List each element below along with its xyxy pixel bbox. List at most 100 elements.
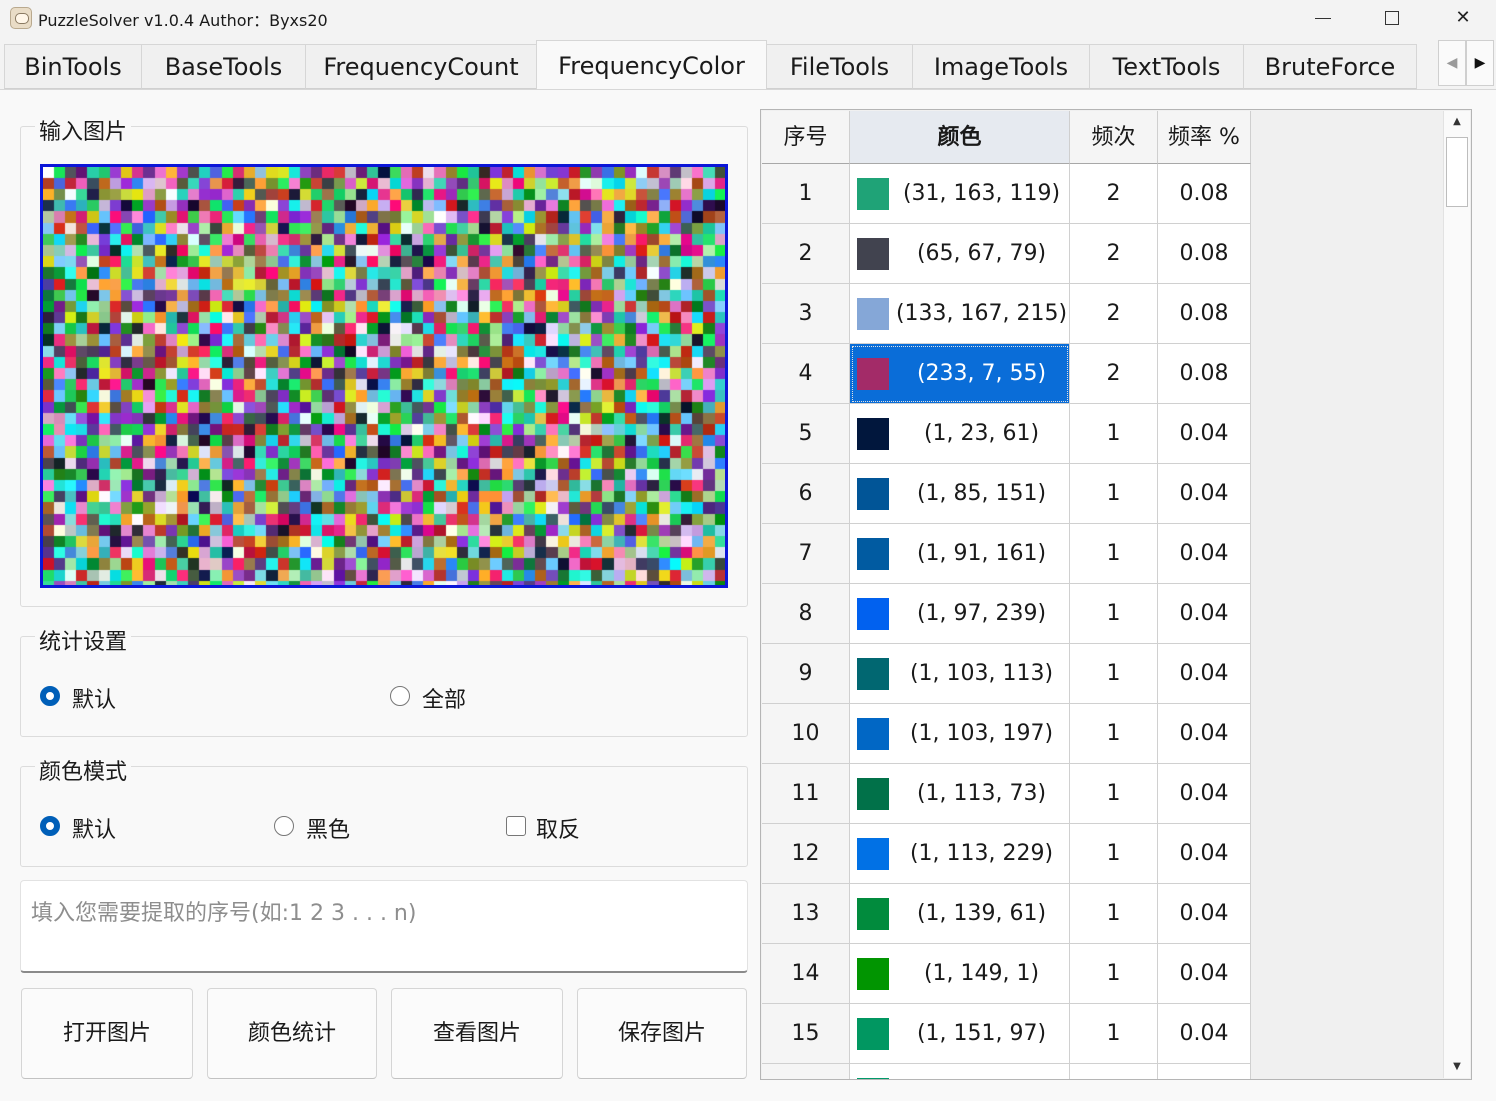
row-count: 1 [1070, 884, 1158, 944]
tab-filetools[interactable]: FileTools [766, 44, 913, 89]
table-row[interactable]: 8 (1, 97, 239) 1 0.04 [762, 584, 1251, 644]
table-row[interactable]: 11 (1, 113, 73) 1 0.04 [762, 764, 1251, 824]
color-swatch [857, 1018, 889, 1050]
header-rate[interactable]: 频率 % [1158, 111, 1251, 164]
table-row[interactable]: 13 (1, 139, 61) 1 0.04 [762, 884, 1251, 944]
color-mode-title: 颜色模式 [35, 754, 132, 786]
color-black-radio[interactable] [274, 816, 294, 836]
row-count: 1 [1070, 584, 1158, 644]
row-index: 15 [762, 1004, 850, 1064]
row-rate: 0.08 [1158, 284, 1251, 344]
color-swatch [857, 358, 889, 390]
minimize-button[interactable] [1300, 0, 1346, 36]
header-index[interactable]: 序号 [762, 111, 850, 164]
table-row[interactable]: 15 (1, 151, 97) 1 0.04 [762, 1004, 1251, 1064]
maximize-button[interactable] [1369, 0, 1415, 36]
tab-bruteforce[interactable]: BruteForce [1243, 44, 1417, 89]
row-color-cell[interactable]: (1, 113, 73) [850, 764, 1070, 824]
app-icon [10, 7, 32, 29]
row-color-cell[interactable]: (1, 149, 1) [850, 944, 1070, 1004]
scroll-up-icon[interactable]: ▲ [1444, 111, 1470, 133]
title-bar: PuzzleSolver v1.0.4 Author：Byxs20 ✕ [0, 0, 1496, 36]
tab-scroll-left-button[interactable]: ◀ [1438, 40, 1466, 86]
color-swatch [857, 598, 889, 630]
table-row[interactable]: 2 (65, 67, 79) 2 0.08 [762, 224, 1251, 284]
row-color-cell[interactable]: (1, 139, 61) [850, 884, 1070, 944]
row-index: 4 [762, 344, 850, 404]
row-color-cell[interactable]: (1, 97, 239) [850, 584, 1070, 644]
row-rgb: (1, 149, 1) [923, 961, 1040, 986]
row-rgb: (1, 103, 197) [909, 721, 1054, 746]
close-button[interactable]: ✕ [1440, 0, 1486, 36]
table-row[interactable]: 1 (31, 163, 119) 2 0.08 [762, 164, 1251, 224]
table-row[interactable]: 6 (1, 85, 151) 1 0.04 [762, 464, 1251, 524]
table-row[interactable]: 4 (233, 7, 55) 2 0.08 [762, 344, 1251, 404]
scroll-down-icon[interactable]: ▼ [1444, 1056, 1470, 1078]
row-color-cell[interactable]: (1, 103, 197) [850, 704, 1070, 764]
tab-basetools[interactable]: BaseTools [141, 44, 306, 89]
row-color-cell[interactable]: (133, 167, 215) [850, 284, 1070, 344]
view-image-button[interactable]: 查看图片 [391, 988, 563, 1079]
tab-scroll-right-button[interactable]: ▶ [1466, 40, 1494, 86]
tab-frequencycount[interactable]: FrequencyCount [305, 44, 537, 89]
row-index: 8 [762, 584, 850, 644]
row-color-cell[interactable]: (1, 103, 113) [850, 644, 1070, 704]
open-image-button[interactable]: 打开图片 [21, 988, 193, 1079]
row-rgb: (1, 85, 151) [916, 481, 1047, 506]
color-swatch [857, 478, 889, 510]
row-rgb: (1, 91, 161) [916, 541, 1047, 566]
row-index: 6 [762, 464, 850, 524]
row-rgb: (1, 97, 239) [916, 601, 1047, 626]
row-rgb: (233, 7, 55) [916, 361, 1047, 386]
row-index: 7 [762, 524, 850, 584]
table-row[interactable]: 9 (1, 103, 113) 1 0.04 [762, 644, 1251, 704]
row-count: 1 [1070, 704, 1158, 764]
table-row[interactable]: 5 (1, 23, 61) 1 0.04 [762, 404, 1251, 464]
row-index: 13 [762, 884, 850, 944]
close-icon: ✕ [1455, 7, 1471, 28]
row-color-cell[interactable]: (1, 23, 61) [850, 404, 1070, 464]
table-row[interactable]: 14 (1, 149, 1) 1 0.04 [762, 944, 1251, 1004]
row-color-cell[interactable]: (233, 7, 55) [850, 344, 1070, 404]
row-count: 1 [1070, 1004, 1158, 1064]
row-index: 2 [762, 224, 850, 284]
table-row[interactable]: 10 (1, 103, 197) 1 0.04 [762, 704, 1251, 764]
stat-all-radio[interactable] [390, 686, 410, 706]
row-color-cell[interactable]: (1, 113, 229) [850, 824, 1070, 884]
stat-default-radio[interactable] [40, 686, 60, 706]
row-color-cell[interactable]: (31, 163, 119) [850, 164, 1070, 224]
header-count[interactable]: 频次 [1070, 111, 1158, 164]
row-rgb: (1, 23, 61) [923, 421, 1040, 446]
color-default-radio[interactable] [40, 816, 60, 836]
save-image-button[interactable]: 保存图片 [577, 988, 747, 1079]
header-color[interactable]: 颜色 [850, 111, 1070, 164]
row-color-cell[interactable]: (1, 91, 161) [850, 524, 1070, 584]
table-row[interactable]: 7 (1, 91, 161) 1 0.04 [762, 524, 1251, 584]
stat-settings-title: 统计设置 [35, 624, 132, 656]
tab-imagetools[interactable]: ImageTools [912, 44, 1090, 89]
row-count: 1 [1070, 404, 1158, 464]
row-rgb: (133, 167, 215) [895, 301, 1068, 326]
row-color-cell[interactable]: (1, 151, 97) [850, 1004, 1070, 1064]
index-input[interactable] [20, 880, 748, 973]
row-color-cell[interactable]: (65, 67, 79) [850, 224, 1070, 284]
row-color-cell[interactable]: (1, 85, 151) [850, 464, 1070, 524]
color-swatch [857, 238, 889, 270]
invert-checkbox[interactable] [506, 816, 526, 836]
tab-frequencycolor[interactable]: FrequencyColor [536, 40, 767, 90]
table-row[interactable]: 12 (1, 113, 229) 1 0.04 [762, 824, 1251, 884]
color-default-label: 默认 [72, 818, 117, 843]
table-vertical-scrollbar[interactable]: ▲ ▼ [1443, 111, 1470, 1078]
color-stats-button[interactable]: 颜色统计 [207, 988, 377, 1079]
row-index: 9 [762, 644, 850, 704]
window-title: PuzzleSolver v1.0.4 Author：Byxs20 [38, 11, 328, 30]
table-row[interactable]: 3 (133, 167, 215) 2 0.08 [762, 284, 1251, 344]
row-rate: 0.04 [1158, 704, 1251, 764]
scrollbar-thumb[interactable] [1446, 137, 1468, 207]
tab-texttools[interactable]: TextTools [1089, 44, 1244, 89]
input-image-preview[interactable] [40, 164, 728, 588]
row-rate: 0.04 [1158, 404, 1251, 464]
color-swatch [857, 178, 889, 210]
input-image-title: 输入图片 [35, 114, 132, 146]
tab-bintools[interactable]: BinTools [4, 44, 142, 89]
